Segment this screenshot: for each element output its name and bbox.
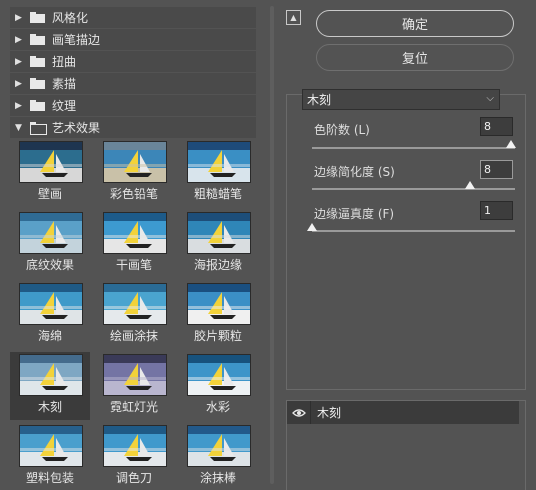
filter-preview-image <box>103 425 167 467</box>
category-label: 画笔描边 <box>52 33 101 47</box>
filter-preview-image <box>187 212 251 254</box>
eye-icon[interactable] <box>287 401 311 424</box>
edge-simplicity-slider-thumb[interactable] <box>465 181 476 189</box>
expand-arrow-icon: ▶ <box>15 100 22 111</box>
expand-arrow-icon: ▶ <box>15 56 22 67</box>
filter-preview-image <box>103 212 167 254</box>
filter-preview-image <box>187 283 251 325</box>
filter-thumbnail-label: 绘画涂抹 <box>109 329 158 343</box>
filter-preview-image <box>103 283 167 325</box>
filter-gallery: ▶ 风格化 ▶ 画笔描边 ▶ 扭曲 ▶ 素描 ▶ 纹理 ▼ 艺术效果 壁画 彩色铅… <box>0 0 258 490</box>
folder-icon <box>30 56 46 67</box>
filter-thumbnail-label: 海报边缘 <box>193 258 242 272</box>
filter-preview-image <box>103 141 167 183</box>
filter-preview-image <box>19 354 83 396</box>
filter-preview-image <box>19 141 83 183</box>
ok-button[interactable]: 确定 <box>316 10 514 37</box>
thumbnail-grid: 壁画 彩色铅笔 粗糙蜡笔底纹效果 干画笔 海报边缘海绵 绘画涂抹 胶片颗粒木刻 霓虹灯光 水彩塑… <box>10 139 256 490</box>
filter-thumbnail-label: 彩色铅笔 <box>109 187 158 201</box>
folder-open-icon <box>30 122 47 135</box>
category-sketch[interactable]: ▶ 素描 <box>10 73 256 94</box>
collapse-panel-icon[interactable]: ▲ <box>286 10 301 25</box>
filter-settings-panel <box>286 94 526 390</box>
filter-thumbnail-label: 调色刀 <box>115 471 152 485</box>
filter-thumbnail[interactable]: 干画笔 <box>94 210 174 278</box>
filter-thumbnail[interactable]: 塑料包装 <box>10 423 90 490</box>
category-distort[interactable]: ▶ 扭曲 <box>10 51 256 72</box>
collapse-arrow-icon: ▼ <box>15 122 22 133</box>
expand-arrow-icon: ▶ <box>15 34 22 45</box>
param-label-levels: 色阶数 (L) <box>314 123 370 137</box>
category-label: 纹理 <box>52 99 77 113</box>
filter-thumbnail-label: 水彩 <box>205 400 230 414</box>
filter-thumbnail[interactable]: 水彩 <box>178 352 258 420</box>
filter-select[interactable]: 木刻 ⌵ <box>302 89 500 110</box>
filter-preview-image <box>19 283 83 325</box>
filter-thumbnail-label: 干画笔 <box>115 258 152 272</box>
filter-thumbnail[interactable]: 海绵 <box>10 281 90 349</box>
chevron-down-icon: ⌵ <box>486 93 494 104</box>
filter-thumbnail[interactable]: 调色刀 <box>94 423 174 490</box>
param-label-edge-fidelity: 边缘逼真度 (F) <box>314 207 395 221</box>
category-label: 素描 <box>52 77 77 91</box>
edge-fidelity-slider-thumb[interactable] <box>307 223 317 231</box>
filter-preview-image <box>187 425 251 467</box>
gallery-scrollbar-thumb[interactable] <box>270 6 274 484</box>
filter-preview-image <box>19 425 83 467</box>
reset-button[interactable]: 复位 <box>316 44 514 71</box>
filter-preview-image <box>187 141 251 183</box>
filter-thumbnail[interactable]: 彩色铅笔 <box>94 139 174 207</box>
category-artistic[interactable]: ▼ 艺术效果 <box>10 117 256 138</box>
filter-thumbnail-label: 壁画 <box>37 187 62 201</box>
category-label: 风格化 <box>52 11 89 25</box>
edge-simplicity-slider-track[interactable] <box>312 188 515 190</box>
folder-icon <box>30 12 46 23</box>
expand-arrow-icon: ▶ <box>15 78 22 89</box>
edge-simplicity-input[interactable] <box>480 160 513 179</box>
filter-preview-image <box>19 212 83 254</box>
levels-slider-thumb[interactable] <box>505 140 516 148</box>
filter-thumbnail[interactable]: 粗糙蜡笔 <box>178 139 258 207</box>
filter-thumbnail-label: 塑料包装 <box>25 471 74 485</box>
filter-thumbnail[interactable]: 壁画 <box>10 139 90 207</box>
category-label: 艺术效果 <box>52 121 101 135</box>
filter-thumbnail[interactable]: 胶片颗粒 <box>178 281 258 349</box>
filter-thumbnail[interactable]: 底纹效果 <box>10 210 90 278</box>
filter-thumbnail[interactable]: 涂抹棒 <box>178 423 258 490</box>
edge-fidelity-slider-track[interactable] <box>312 230 515 232</box>
filter-thumbnail-label: 海绵 <box>37 329 62 343</box>
filter-thumbnail[interactable]: 木刻 <box>10 352 90 420</box>
filter-thumbnail-label: 胶片颗粒 <box>193 329 242 343</box>
filter-thumbnail-label: 涂抹棒 <box>199 471 236 485</box>
effect-layer-row[interactable]: 木刻 <box>287 401 519 424</box>
category-texture[interactable]: ▶ 纹理 <box>10 95 256 116</box>
filter-preview-image <box>187 354 251 396</box>
folder-icon <box>30 34 46 45</box>
category-label: 扭曲 <box>52 55 77 69</box>
category-stylize[interactable]: ▶ 风格化 <box>10 7 256 28</box>
filter-thumbnail-label: 霓虹灯光 <box>109 400 158 414</box>
levels-slider-track[interactable] <box>312 147 515 149</box>
param-label-edge-simplicity: 边缘简化度 (S) <box>314 165 395 179</box>
filter-thumbnail[interactable]: 绘画涂抹 <box>94 281 174 349</box>
filter-select-value: 木刻 <box>307 93 332 107</box>
levels-input[interactable] <box>480 117 513 136</box>
filter-preview-image <box>103 354 167 396</box>
folder-icon <box>30 100 46 111</box>
expand-arrow-icon: ▶ <box>15 12 22 23</box>
effect-layer-name: 木刻 <box>317 406 342 420</box>
filter-thumbnail-label: 木刻 <box>37 400 62 414</box>
edge-fidelity-input[interactable] <box>480 201 513 220</box>
filter-thumbnail[interactable]: 海报边缘 <box>178 210 258 278</box>
category-brush-strokes[interactable]: ▶ 画笔描边 <box>10 29 256 50</box>
folder-icon <box>30 78 46 89</box>
filter-thumbnail-label: 底纹效果 <box>25 258 74 272</box>
filter-thumbnail[interactable]: 霓虹灯光 <box>94 352 174 420</box>
filter-thumbnail-label: 粗糙蜡笔 <box>193 187 242 201</box>
